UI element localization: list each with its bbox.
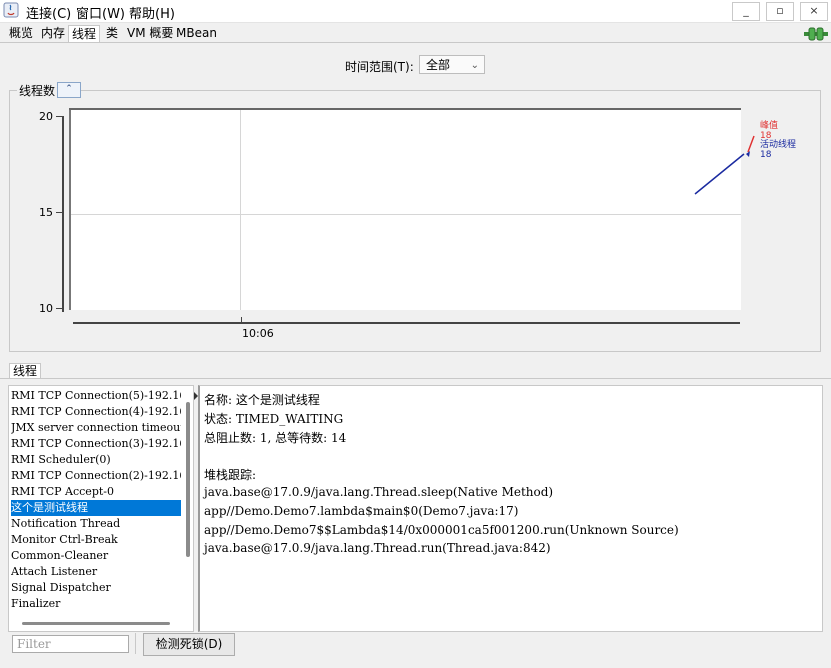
- thread-block-wait-counts: 总阻止数: 1, 总等待数: 14: [204, 431, 347, 445]
- live-threads-line: [694, 153, 745, 195]
- stack-frame: app//Demo.Demo7.lambda$main$0(Demo7.java…: [204, 504, 519, 518]
- y-tick: [56, 212, 62, 213]
- list-vertical-scrollbar[interactable]: [186, 402, 190, 557]
- x-tick: [241, 317, 242, 322]
- subtab-divider: [0, 378, 831, 379]
- y-tick-label: 20: [39, 110, 53, 123]
- series-lines: [694, 135, 755, 195]
- stack-trace-title: 堆栈跟踪:: [204, 468, 257, 482]
- peak-line: [747, 135, 755, 153]
- chevron-down-icon: ⌄: [470, 60, 479, 71]
- y-tick: [56, 308, 62, 309]
- close-button[interactable]: ×: [800, 2, 828, 21]
- y-axis: [62, 116, 64, 312]
- stack-frame: java.base@17.0.9/java.lang.Thread.sleep(…: [204, 485, 554, 499]
- tab-overview[interactable]: 概览: [6, 25, 36, 42]
- legend-live-value: 18: [760, 150, 772, 160]
- x-tick-label: 10:06: [242, 327, 274, 340]
- thread-name: 名称: 这个是测试线程: [204, 393, 320, 407]
- tab-thread-list[interactable]: 线程: [9, 363, 41, 379]
- tab-memory[interactable]: 内存: [38, 25, 68, 42]
- chart-plot-area: [69, 108, 741, 310]
- list-item[interactable]: RMI TCP Connection(2)-192.168.: [11, 468, 181, 484]
- list-item[interactable]: Notification Thread: [11, 516, 181, 532]
- legend-live-label: 活动线程: [760, 140, 797, 150]
- gridline: [69, 214, 741, 215]
- list-item[interactable]: Attach Listener: [11, 564, 181, 580]
- tab-divider: [0, 42, 831, 43]
- list-item[interactable]: Common-Cleaner: [11, 548, 181, 564]
- y-tick: [56, 116, 62, 117]
- list-item[interactable]: RMI TCP Connection(3)-192.168.: [11, 436, 181, 452]
- tab-classes[interactable]: 类: [103, 25, 121, 42]
- stack-frame: java.base@17.0.9/java.lang.Thread.run(Th…: [204, 541, 551, 555]
- thread-list[interactable]: RMI TCP Connection(5)-192.168. RMI TCP C…: [8, 385, 194, 632]
- detect-deadlock-button[interactable]: 检测死锁(D): [143, 633, 235, 656]
- tab-vm-summary[interactable]: VM 概要: [124, 25, 176, 42]
- java-app-icon: [3, 2, 19, 18]
- list-item[interactable]: RMI Scheduler(0): [11, 452, 181, 468]
- list-item[interactable]: RMI TCP Connection(5)-192.168.: [11, 388, 181, 404]
- list-item-selected[interactable]: 这个是测试线程: [11, 500, 181, 516]
- thread-detail-pane: 名称: 这个是测试线程 状态: TIMED_WAITING 总阻止数: 1, 总…: [198, 385, 823, 632]
- list-horizontal-scrollbar[interactable]: [22, 622, 170, 625]
- plot-left-border: [69, 110, 71, 310]
- thread-count-title: 线程数: [17, 82, 58, 99]
- menu-bar: 连接(C) 窗口(W) 帮助(H) _ ▫ ×: [0, 0, 831, 23]
- list-item[interactable]: Monitor Ctrl-Break: [11, 532, 181, 548]
- collapse-chart-button[interactable]: ⌃: [57, 82, 81, 98]
- y-tick-label: 15: [39, 206, 53, 219]
- connection-status-icon: [804, 27, 828, 41]
- list-item[interactable]: Finalizer: [11, 596, 181, 612]
- list-item[interactable]: RMI TCP Connection(4)-192.168.: [11, 404, 181, 420]
- chevron-double-up-icon: ⌃: [65, 84, 73, 94]
- tab-mbean[interactable]: MBean: [173, 25, 220, 42]
- time-range-label: 时间范围(T):: [345, 60, 414, 74]
- menu-help[interactable]: 帮助(H): [129, 3, 175, 22]
- filter-input[interactable]: [12, 635, 129, 653]
- stack-frame: app//Demo.Demo7$$Lambda$14/0x000001ca5f0…: [204, 523, 679, 537]
- time-range-value: 全部: [426, 58, 451, 72]
- tab-threads[interactable]: 线程: [68, 25, 101, 43]
- gridline: [240, 110, 241, 310]
- menu-connection[interactable]: 连接(C): [26, 3, 71, 22]
- time-range-select[interactable]: 全部 ⌄: [419, 55, 485, 74]
- x-axis: [73, 322, 740, 324]
- legend-peak-label: 峰值: [760, 121, 779, 131]
- thread-state: 状态: TIMED_WAITING: [204, 412, 344, 426]
- menu-window[interactable]: 窗口(W): [76, 3, 125, 22]
- list-item[interactable]: JMX server connection timeout: [11, 420, 181, 436]
- minimize-button[interactable]: _: [732, 2, 760, 21]
- restore-button[interactable]: ▫: [766, 2, 794, 21]
- y-tick-label: 10: [39, 302, 53, 315]
- toolbar-separator: [135, 633, 136, 654]
- list-item[interactable]: Signal Dispatcher: [11, 580, 181, 596]
- list-item[interactable]: RMI TCP Accept-0: [11, 484, 181, 500]
